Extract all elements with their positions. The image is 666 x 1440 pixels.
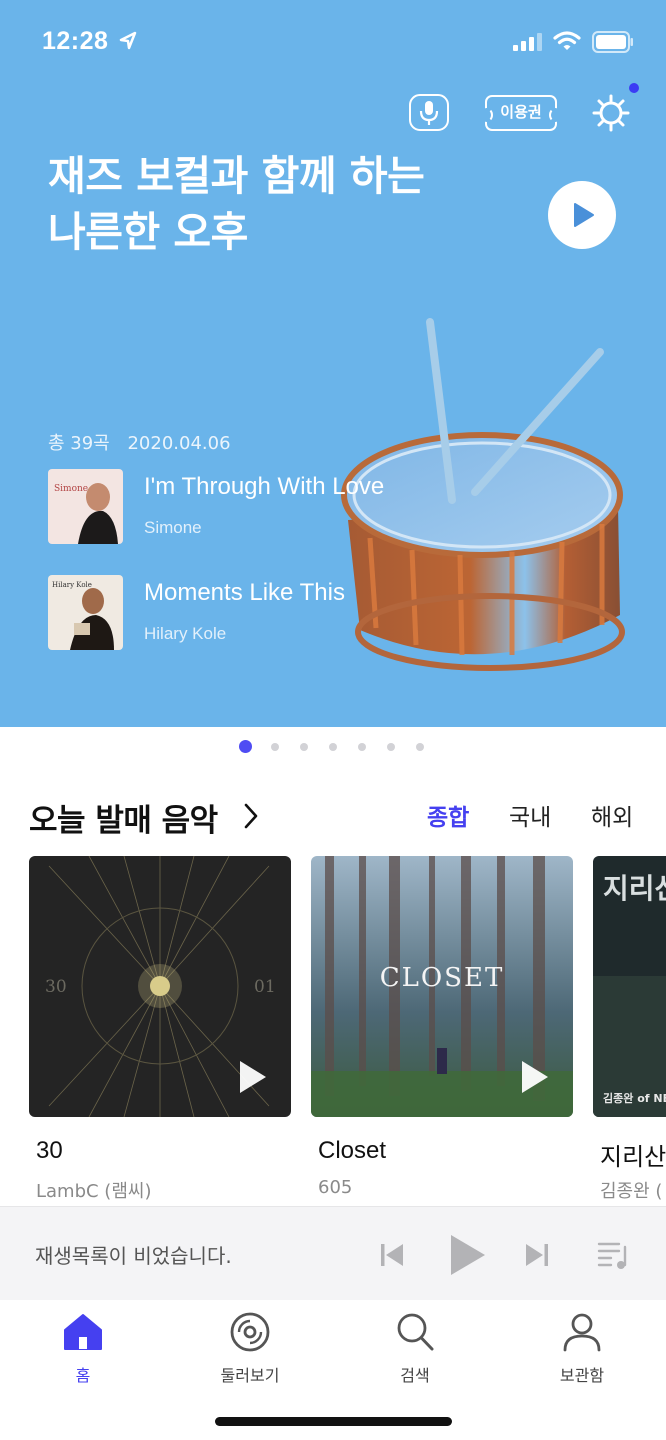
settings-button[interactable] [592,94,630,132]
album-card[interactable]: 지리산 김종완 of NE 지리산 김종완 ( [593,856,666,1201]
filter-tab-domestic[interactable]: 국내 [509,798,551,832]
previous-track-icon[interactable] [378,1241,406,1269]
page-dot[interactable] [300,743,308,751]
gear-icon [592,94,630,132]
tab-library[interactable]: 보관함 [522,1310,642,1386]
album-cover-text: 30 [45,977,67,997]
album-cover[interactable]: CLOSET [311,856,573,1117]
filter-tab-overseas[interactable]: 해외 [591,798,633,832]
track-count: 총 39곡 [48,433,110,454]
album-cover-text: 지리산 [603,872,666,905]
status-bar: 12:28 [0,0,666,88]
page-dot[interactable] [239,740,252,753]
chevron-right-icon[interactable] [243,803,259,829]
next-track-icon[interactable] [523,1241,551,1269]
tab-label: 홈 [75,1366,91,1385]
album-cover-text: 김종완 of NE [603,1092,666,1105]
play-icon[interactable] [449,1233,487,1277]
playlist-title-line2: 나른한 오후 [48,208,248,256]
page-dot[interactable] [387,743,395,751]
tab-browse[interactable]: 둘러보기 [190,1310,310,1386]
album-artist: 605 [318,1177,353,1198]
playlist-date: 2020.04.06 [127,433,231,454]
page-dot[interactable] [416,743,424,751]
tab-home[interactable]: 홈 [23,1310,143,1386]
album-title: 지리산 [600,1144,666,1171]
track-title: I'm Through With Love [144,473,385,500]
album-cover-hilary-kole: Hilary Kole [48,575,123,650]
wifi-icon [553,31,581,50]
filter-tab-all[interactable]: 종합 [427,798,469,832]
person-icon [563,1313,601,1352]
album-title: 30 [36,1137,63,1164]
track-item[interactable]: Simone I'm Through With Love Simone [48,469,468,545]
playlist-title: 재즈 보컬과 함께 하는 나른한 오후 [48,148,508,260]
page-dot[interactable] [271,743,279,751]
empty-playlist-text: 재생목록이 비었습니다. [35,1244,232,1268]
tab-search[interactable]: 검색 [355,1310,475,1386]
home-indicator[interactable] [215,1417,452,1426]
voice-search-button[interactable] [409,94,449,131]
album-title: Closet [318,1137,387,1164]
location-arrow-icon [119,31,137,50]
play-playlist-button[interactable] [548,181,616,249]
play-icon[interactable] [519,1059,551,1095]
track-item[interactable]: Hilary Kole Moments Like This Hilary Kol… [48,575,468,651]
track-artist: Hilary Kole [144,624,227,643]
status-time: 12:28 [42,27,109,55]
playlist-meta: 총 39곡 2020.04.06 [48,429,243,455]
page-dot[interactable] [329,743,337,751]
mini-player[interactable]: 재생목록이 비었습니다. [0,1206,666,1300]
battery-icon [592,31,633,53]
album-cover-text: CLOSET [380,963,505,993]
page-dot[interactable] [358,743,366,751]
carousel-page-indicator[interactable] [0,740,666,754]
tab-label: 둘러보기 [220,1366,280,1385]
search-icon [397,1313,434,1351]
track-artist: Simone [144,518,202,537]
cellular-signal-icon [513,33,542,51]
track-title: Moments Like This [144,579,345,606]
album-cover-title: Simone [54,484,88,494]
play-icon [574,203,594,227]
bottom-tab-bar: 홈 둘러보기 검색 보관함 [0,1300,666,1440]
tab-label: 보관함 [559,1366,605,1385]
home-icon [64,1314,102,1350]
album-cover[interactable]: 30 01 [29,856,291,1117]
album-artist: LambC (램씨) [36,1181,152,1202]
tab-label: 검색 [400,1366,430,1385]
album-cover-simone: Simone [48,469,123,544]
subscription-pass-button[interactable]: 이용권 [481,95,561,131]
disc-icon [230,1312,270,1352]
album-cover[interactable]: 지리산 김종완 of NE [593,856,666,1117]
album-cover-text: 01 [254,977,276,997]
hero-banner[interactable]: 12:28 이용권 재즈 보컬과 함께 하는 나른한 오후 총 39곡 2020… [0,0,666,727]
microphone-icon [419,101,439,125]
playlist-title-line1: 재즈 보컬과 함께 하는 [48,152,425,200]
album-artist: 김종완 ( [600,1181,663,1201]
album-card[interactable]: CLOSET Closet 605 [311,856,573,1198]
album-card[interactable]: 30 01 30 LambC (램씨) [29,856,291,1202]
play-icon[interactable] [237,1059,269,1095]
new-releases-title[interactable]: 오늘 발매 음악 [29,795,218,840]
album-cover-title: Hilary Kole [52,581,92,589]
notification-dot [629,83,639,93]
playlist-icon[interactable] [597,1239,631,1271]
